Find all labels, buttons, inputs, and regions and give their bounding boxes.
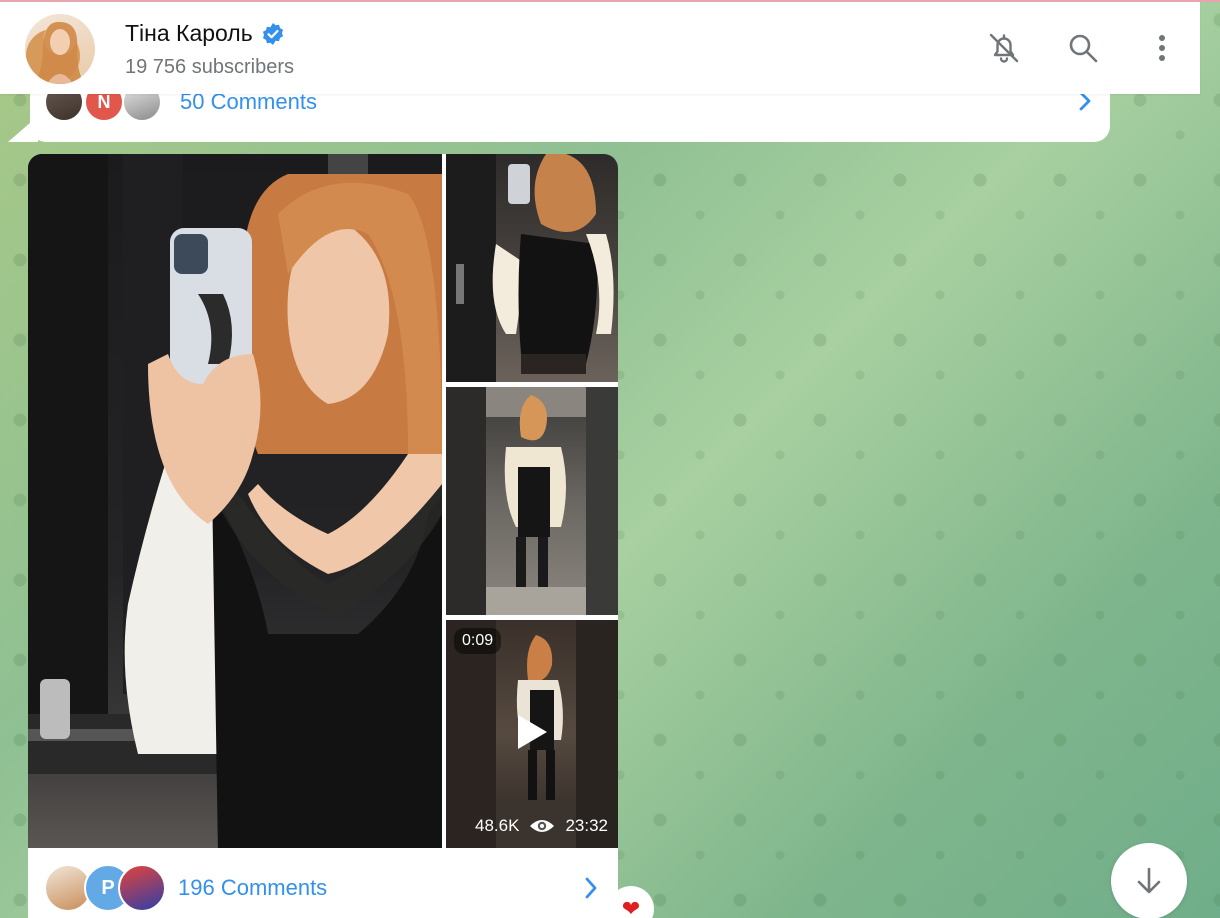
- comments-link[interactable]: P 196 Comments: [44, 864, 327, 912]
- search-icon[interactable]: [1063, 28, 1103, 68]
- eye-icon: [530, 820, 555, 832]
- arrow-down-icon: [1137, 867, 1161, 894]
- video-duration: 0:09: [454, 628, 502, 654]
- photo-main[interactable]: [28, 154, 442, 848]
- media-post: 0:09 48.6K 23:32 P 196 Comments: [28, 154, 618, 918]
- video-thumbnail[interactable]: 0:09 48.6K 23:32: [446, 620, 618, 848]
- commenter-avatars: P: [44, 864, 166, 912]
- video-stats: 48.6K 23:32: [475, 816, 608, 836]
- play-icon[interactable]: [514, 712, 550, 752]
- message-time: 23:32: [565, 816, 608, 835]
- window-top-border: [0, 0, 1220, 2]
- more-vertical-icon[interactable]: [1142, 28, 1182, 68]
- subscriber-count: 19 756 subscribers: [125, 56, 294, 78]
- photo-thumbnail[interactable]: [446, 387, 618, 615]
- channel-name: Тіна Кароль: [125, 20, 253, 46]
- channel-title[interactable]: Тіна Кароль: [125, 20, 285, 47]
- view-count: 48.6K: [475, 816, 520, 835]
- comments-count-label: 196 Comments: [178, 875, 328, 900]
- channel-avatar[interactable]: [25, 14, 95, 84]
- scroll-down-button[interactable]: [1111, 843, 1187, 918]
- avatar: [118, 864, 166, 912]
- verified-badge-icon: [262, 22, 283, 45]
- mute-bell-icon[interactable]: [984, 28, 1024, 68]
- chat-header: Тіна Кароль 19 756 subscribers: [0, 2, 1200, 94]
- photo-thumbnail[interactable]: [446, 154, 618, 382]
- heart-icon: ❤: [621, 896, 641, 918]
- chevron-right-icon[interactable]: [584, 876, 598, 900]
